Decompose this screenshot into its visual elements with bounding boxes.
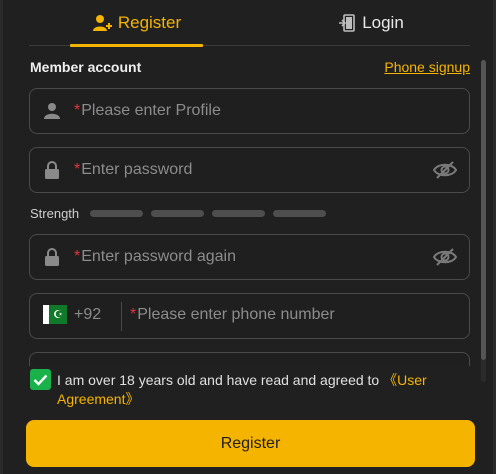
agreement-text: I am over 18 years old and have read and… bbox=[57, 371, 460, 409]
member-account-label: Member account bbox=[30, 59, 142, 75]
next-field-partial[interactable] bbox=[29, 352, 470, 366]
agreement-checkbox[interactable] bbox=[30, 369, 51, 390]
required-mark: * bbox=[74, 102, 81, 119]
eye-off-icon[interactable] bbox=[432, 160, 458, 185]
password-placeholder: Enter password bbox=[81, 161, 193, 178]
strength-bar bbox=[212, 210, 266, 217]
register-button-label: Register bbox=[220, 434, 281, 452]
pakistan-flag-icon[interactable]: ☪ bbox=[43, 305, 67, 324]
country-code[interactable]: +92 bbox=[74, 306, 101, 324]
strength-bar bbox=[273, 210, 327, 217]
strength-label: Strength bbox=[30, 206, 80, 221]
add-user-icon bbox=[92, 14, 112, 32]
required-mark: * bbox=[130, 306, 137, 323]
strength-bar bbox=[151, 210, 205, 217]
login-door-icon bbox=[338, 14, 356, 32]
required-mark: * bbox=[74, 248, 81, 265]
auth-tabs: Register Login bbox=[29, 0, 470, 47]
register-button[interactable]: Register bbox=[26, 420, 475, 467]
phone-placeholder: Please enter phone number bbox=[137, 306, 335, 323]
password-again-placeholder: Enter password again bbox=[81, 248, 236, 265]
agreement-statement: I am over 18 years old and have read and… bbox=[57, 372, 384, 388]
phone-placeholder-wrap: *Please enter phone number bbox=[130, 306, 335, 324]
tab-register[interactable]: Register bbox=[70, 0, 203, 47]
scrollbar-thumb[interactable] bbox=[481, 60, 486, 360]
tab-login-label: Login bbox=[362, 13, 404, 32]
lock-icon bbox=[30, 161, 74, 179]
user-icon bbox=[30, 102, 74, 120]
tab-register-label: Register bbox=[117, 13, 182, 32]
phone-divider bbox=[121, 302, 122, 331]
password-strength-meter: Strength bbox=[30, 206, 327, 221]
panel-left-edge bbox=[0, 0, 3, 474]
phone-signup-link[interactable]: Phone signup bbox=[384, 59, 470, 75]
tab-login[interactable]: Login bbox=[321, 0, 421, 46]
password-confirm-input[interactable]: * Enter password again bbox=[29, 234, 470, 280]
eye-off-icon[interactable] bbox=[432, 247, 458, 272]
phone-input[interactable]: ☪ +92 *Please enter phone number bbox=[29, 293, 470, 339]
profile-input[interactable]: * Please enter Profile bbox=[29, 88, 470, 134]
lock-icon bbox=[30, 248, 74, 266]
password-input[interactable]: * Enter password bbox=[29, 147, 470, 193]
strength-bar bbox=[90, 210, 144, 217]
profile-placeholder: Please enter Profile bbox=[81, 102, 221, 119]
required-mark: * bbox=[74, 161, 81, 178]
check-icon bbox=[33, 374, 48, 386]
